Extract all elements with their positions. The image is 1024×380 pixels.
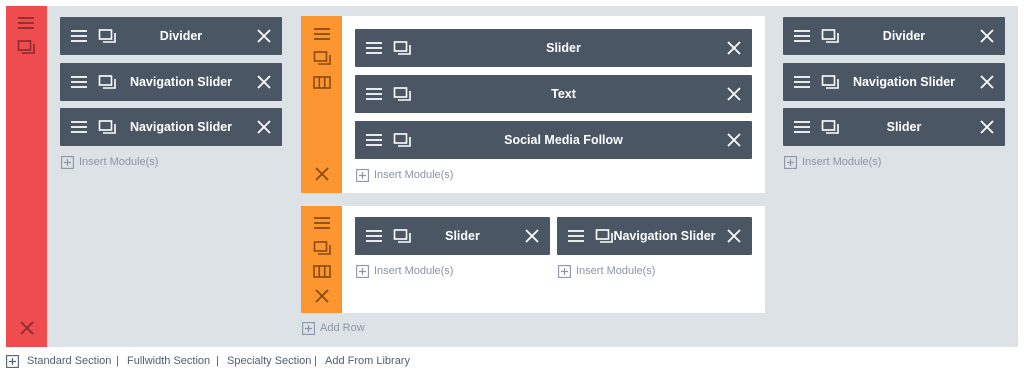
plus-icon	[558, 265, 571, 278]
menu-icon[interactable]	[793, 119, 811, 135]
separator: |	[314, 355, 317, 367]
module-block[interactable]: Navigation Slider	[60, 63, 282, 101]
module-label[interactable]: Slider	[839, 108, 969, 146]
section-control-bar	[6, 6, 47, 347]
row-close-icon[interactable]	[314, 166, 330, 182]
menu-icon[interactable]	[567, 228, 585, 244]
module-block[interactable]: Slider	[783, 108, 1005, 146]
row-columns-icon[interactable]	[313, 264, 331, 280]
close-icon[interactable]	[979, 119, 995, 135]
separator: |	[216, 355, 219, 367]
section-duplicate-icon[interactable]	[17, 39, 35, 55]
row-menu-icon[interactable]	[313, 26, 331, 42]
close-icon[interactable]	[524, 228, 540, 244]
row-menu-icon[interactable]	[313, 215, 331, 231]
plus-icon	[356, 265, 369, 278]
plus-icon	[784, 156, 797, 169]
separator: |	[116, 355, 119, 367]
insert-module-label[interactable]: Insert Module(s)	[802, 155, 881, 169]
row-duplicate-icon[interactable]	[313, 240, 331, 256]
insert-module-label[interactable]: Insert Module(s)	[79, 155, 158, 169]
row-columns-icon[interactable]	[313, 75, 331, 91]
fullwidth-section-link[interactable]: Fullwidth Section	[127, 354, 210, 368]
menu-icon[interactable]	[793, 28, 811, 44]
row-close-icon[interactable]	[314, 288, 330, 304]
menu-icon[interactable]	[365, 228, 383, 244]
section-menu-icon[interactable]	[17, 15, 35, 31]
close-icon[interactable]	[726, 40, 742, 56]
duplicate-icon[interactable]	[393, 86, 411, 102]
module-label[interactable]: Slider	[411, 217, 514, 255]
row-control-bar	[301, 206, 342, 313]
module-block[interactable]: Social Media Follow	[355, 121, 752, 159]
module-block[interactable]: Navigation Slider	[60, 108, 282, 146]
close-icon[interactable]	[979, 28, 995, 44]
close-icon[interactable]	[256, 28, 272, 44]
module-label[interactable]: Social Media Follow	[411, 121, 716, 159]
row-1: Slider Text Social Media Follow Insert M…	[301, 16, 765, 193]
insert-module-label[interactable]: Insert Module(s)	[576, 264, 655, 278]
module-block[interactable]: Navigation Slider	[783, 63, 1005, 101]
module-label[interactable]: Slider	[411, 29, 716, 67]
insert-module-label[interactable]: Insert Module(s)	[374, 168, 453, 182]
row-2: Slider Navigation Slider Insert Module(s…	[301, 206, 765, 313]
menu-icon[interactable]	[70, 28, 88, 44]
standard-section-link[interactable]: Standard Section	[27, 354, 111, 368]
duplicate-icon[interactable]	[393, 132, 411, 148]
specialty-section-link[interactable]: Specialty Section	[227, 354, 311, 368]
module-label[interactable]: Navigation Slider	[839, 63, 969, 101]
close-icon[interactable]	[256, 119, 272, 135]
insert-module-label[interactable]: Insert Module(s)	[374, 264, 453, 278]
duplicate-icon[interactable]	[821, 74, 839, 90]
module-block[interactable]: Slider	[355, 29, 752, 67]
menu-icon[interactable]	[70, 74, 88, 90]
close-icon[interactable]	[256, 74, 272, 90]
menu-icon[interactable]	[365, 86, 383, 102]
module-block[interactable]: Slider	[355, 217, 550, 255]
plus-icon	[6, 355, 19, 368]
menu-icon[interactable]	[365, 40, 383, 56]
duplicate-icon[interactable]	[98, 119, 116, 135]
module-label[interactable]: Divider	[839, 17, 969, 55]
module-label[interactable]: Divider	[116, 17, 246, 55]
row-control-bar	[301, 16, 342, 193]
plus-icon	[302, 322, 315, 335]
add-row-label[interactable]: Add Row	[320, 321, 365, 335]
module-label[interactable]: Navigation Slider	[613, 217, 716, 255]
menu-icon[interactable]	[365, 132, 383, 148]
duplicate-icon[interactable]	[98, 28, 116, 44]
duplicate-icon[interactable]	[393, 40, 411, 56]
close-icon[interactable]	[726, 86, 742, 102]
duplicate-icon[interactable]	[98, 74, 116, 90]
duplicate-icon[interactable]	[821, 28, 839, 44]
duplicate-icon[interactable]	[821, 119, 839, 135]
menu-icon[interactable]	[793, 74, 811, 90]
module-label[interactable]: Navigation Slider	[116, 108, 246, 146]
add-from-library-link[interactable]: Add From Library	[325, 354, 410, 368]
module-block[interactable]: Navigation Slider	[557, 217, 752, 255]
plus-icon	[61, 156, 74, 169]
section-close-icon[interactable]	[19, 320, 35, 336]
close-icon[interactable]	[726, 132, 742, 148]
standard-section: Divider Navigation Slider Navigation Sli…	[6, 6, 1018, 347]
close-icon[interactable]	[979, 74, 995, 90]
module-label[interactable]: Navigation Slider	[116, 63, 246, 101]
menu-icon[interactable]	[70, 119, 88, 135]
duplicate-icon[interactable]	[393, 228, 411, 244]
plus-icon	[356, 169, 369, 182]
module-label[interactable]: Text	[411, 75, 716, 113]
module-block[interactable]: Text	[355, 75, 752, 113]
module-block[interactable]: Divider	[783, 17, 1005, 55]
close-icon[interactable]	[726, 228, 742, 244]
row-duplicate-icon[interactable]	[313, 50, 331, 66]
duplicate-icon[interactable]	[595, 228, 613, 244]
module-block[interactable]: Divider	[60, 17, 282, 55]
